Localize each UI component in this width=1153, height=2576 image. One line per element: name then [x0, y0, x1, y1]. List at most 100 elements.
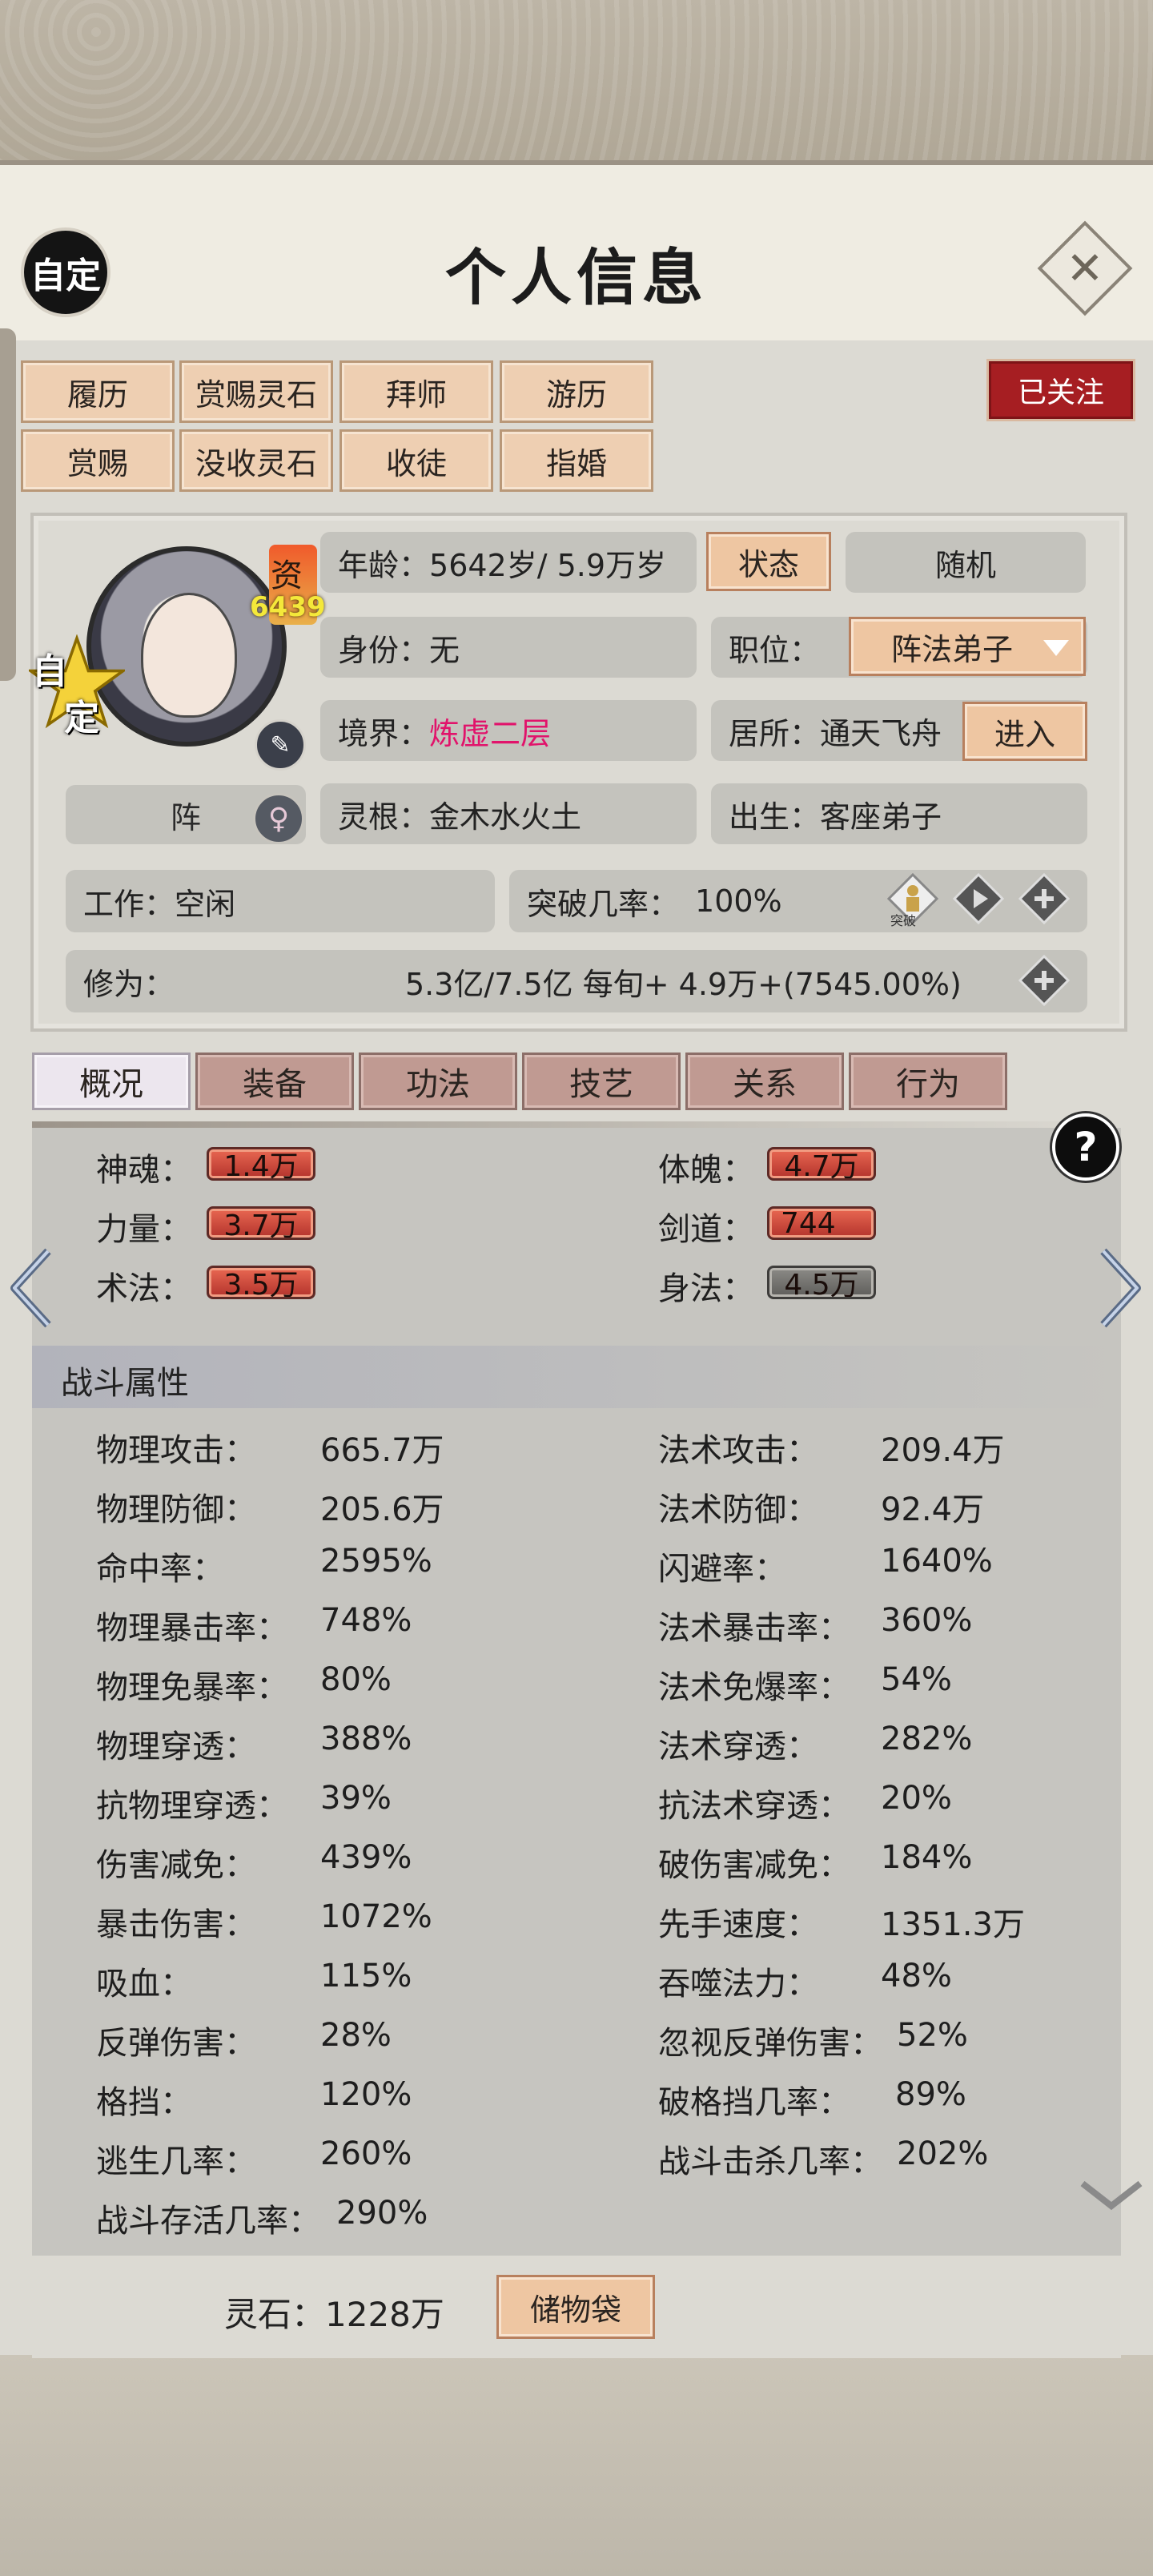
close-button[interactable]: ✕ [1037, 220, 1133, 316]
left-side-handle[interactable] [0, 328, 16, 681]
combat-stat-value: 290% [336, 2195, 428, 2232]
realm-field: 境界： 炼虚二层 [320, 700, 697, 761]
bottom-background [0, 2355, 1153, 2576]
chevron-down-icon[interactable] [1079, 2179, 1143, 2211]
combat-stat-label: 破格挡几率： [658, 2084, 850, 2121]
previous-arrow-icon[interactable] [6, 1246, 54, 1330]
tab-relations[interactable]: 关系 [685, 1053, 844, 1110]
combat-stat-value: 92.4万 [881, 1491, 985, 1528]
next-arrow-icon[interactable] [1097, 1246, 1145, 1330]
combat-stat-label: 法术暴击率： [658, 1610, 850, 1647]
combat-stat-label: 反弹伤害： [96, 2025, 256, 2062]
female-gender-icon: ♀ [253, 793, 304, 844]
dropdown-arrow-icon [1043, 640, 1069, 656]
combat-stat-value: 120% [320, 2076, 412, 2113]
combat-stat-value: 184% [881, 1839, 973, 1876]
combat-stat-label: 物理暴击率： [96, 1610, 288, 1647]
combat-stat-label: 抗法术穿透： [658, 1788, 850, 1825]
auto-button[interactable]: 自定 [21, 227, 110, 317]
age-field: 年龄： 5642岁/ 5.9万岁 [320, 532, 697, 593]
combat-stat-label: 先手速度： [658, 1906, 818, 1943]
attribute-label: 剑道： [658, 1211, 754, 1248]
combat-stat-label: 战斗击杀几率： [658, 2143, 882, 2180]
combat-stat-label: 物理免暴率： [96, 1669, 288, 1706]
top-decorative-background [0, 0, 1153, 184]
enter-residence-button[interactable]: 进入 [962, 702, 1087, 761]
action-button-arrange-marriage[interactable]: 指婚 [500, 429, 653, 492]
combat-stat-label: 战斗存活几率： [96, 2203, 320, 2240]
combat-stat-label: 暴击伤害： [96, 1906, 256, 1943]
attribute-label: 术法： [96, 1270, 192, 1307]
tab-overview[interactable]: 概况 [32, 1053, 191, 1110]
combat-stat-value: 54% [881, 1661, 952, 1698]
combat-stat-value: 52% [897, 2017, 968, 2054]
combat-stat-value: 115% [320, 1958, 412, 1994]
plus-icon[interactable] [1018, 873, 1070, 924]
breakthrough-icon-label: 突破 [890, 913, 917, 928]
combat-stat-label: 法术免爆率： [658, 1669, 850, 1706]
edit-pen-icon[interactable]: ✎ [255, 719, 306, 771]
spirit-root-field: 灵根： 金木水火土 [320, 783, 697, 844]
attribute-label: 身法： [658, 1270, 754, 1307]
spirit-stone-count: 灵石：1228万 [224, 2295, 444, 2334]
combat-stat-label: 法术穿透： [658, 1729, 818, 1765]
tab-underline [32, 1121, 1121, 1128]
action-button-history[interactable]: 履历 [21, 360, 175, 423]
combat-stat-label: 法术攻击： [658, 1432, 818, 1469]
combat-stat-label: 伤害减免： [96, 1847, 256, 1884]
action-button-confiscate-stone[interactable]: 没收灵石 [179, 429, 333, 492]
attribute-value: 1.4万 [207, 1147, 315, 1183]
page-title: 个人信息 [445, 242, 708, 313]
combat-stat-value: 439% [320, 1839, 412, 1876]
combat-stat-value: 748% [320, 1602, 412, 1639]
combat-stat-value: 665.7万 [320, 1432, 444, 1469]
attribute-value: 3.5万 [207, 1266, 315, 1302]
combat-stat-label: 格挡： [96, 2084, 192, 2121]
combat-stat-value: 209.4万 [881, 1432, 1005, 1469]
combat-stat-label: 物理穿透： [96, 1729, 256, 1765]
combat-stat-value: 28% [320, 2017, 392, 2054]
follow-button[interactable]: 已关注 [986, 359, 1135, 421]
combat-stat-label: 吸血： [96, 1966, 192, 2002]
avatar-face [141, 593, 237, 718]
attribute-label: 神魂： [96, 1152, 192, 1189]
combat-section-title: 战斗属性 [61, 1365, 189, 1402]
tab-equipment[interactable]: 装备 [195, 1053, 354, 1110]
combat-stat-value: 388% [320, 1721, 412, 1757]
attribute-value: 3.7万 [207, 1206, 315, 1242]
combat-stat-value: 20% [881, 1780, 952, 1817]
tab-behavior[interactable]: 行为 [849, 1053, 1007, 1110]
combat-stat-label: 物理防御： [96, 1491, 256, 1528]
combat-stat-value: 205.6万 [320, 1491, 444, 1528]
status-button[interactable]: 状态 [706, 532, 831, 591]
action-button-apprentice-to[interactable]: 拜师 [339, 360, 493, 423]
cultivation-plus-icon[interactable] [1018, 955, 1070, 1006]
combat-stat-value: 260% [320, 2135, 412, 2172]
random-button[interactable]: 随机 [846, 532, 1086, 593]
attribute-value: 4.5万 [767, 1266, 876, 1302]
combat-stat-label: 抗物理穿透： [96, 1788, 288, 1825]
combat-stat-label: 忽视反弹伤害： [658, 2025, 882, 2062]
action-button-reward-stone[interactable]: 赏赐灵石 [179, 360, 333, 423]
position-dropdown[interactable]: 阵法弟子 [849, 617, 1086, 676]
combat-stat-value: 1640% [881, 1543, 993, 1580]
combat-stat-value: 2595% [320, 1543, 432, 1580]
action-button-take-disciple[interactable]: 收徒 [339, 429, 493, 492]
action-button-travel[interactable]: 游历 [500, 360, 653, 423]
combat-stat-label: 破伤害减免： [658, 1847, 850, 1884]
origin-field: 出生： 客座弟子 [711, 783, 1087, 844]
attribute-label: 力量： [96, 1211, 192, 1248]
storage-bag-button[interactable]: 储物袋 [496, 2275, 655, 2339]
action-button-reward[interactable]: 赏赐 [21, 429, 175, 492]
tab-techniques[interactable]: 功法 [359, 1053, 517, 1110]
combat-stat-value: 202% [897, 2135, 989, 2172]
combat-stat-value: 39% [320, 1780, 392, 1817]
help-icon[interactable]: ? [1052, 1113, 1119, 1181]
play-icon[interactable] [953, 873, 1004, 924]
combat-stat-label: 逃生几率： [96, 2143, 256, 2180]
attribute-label: 体魄： [658, 1152, 754, 1189]
tab-skills[interactable]: 技艺 [522, 1053, 681, 1110]
attribute-value: 4.7万 [767, 1147, 876, 1183]
combat-stat-label: 物理攻击： [96, 1432, 256, 1469]
combat-stat-label: 吞噬法力： [658, 1966, 818, 2002]
